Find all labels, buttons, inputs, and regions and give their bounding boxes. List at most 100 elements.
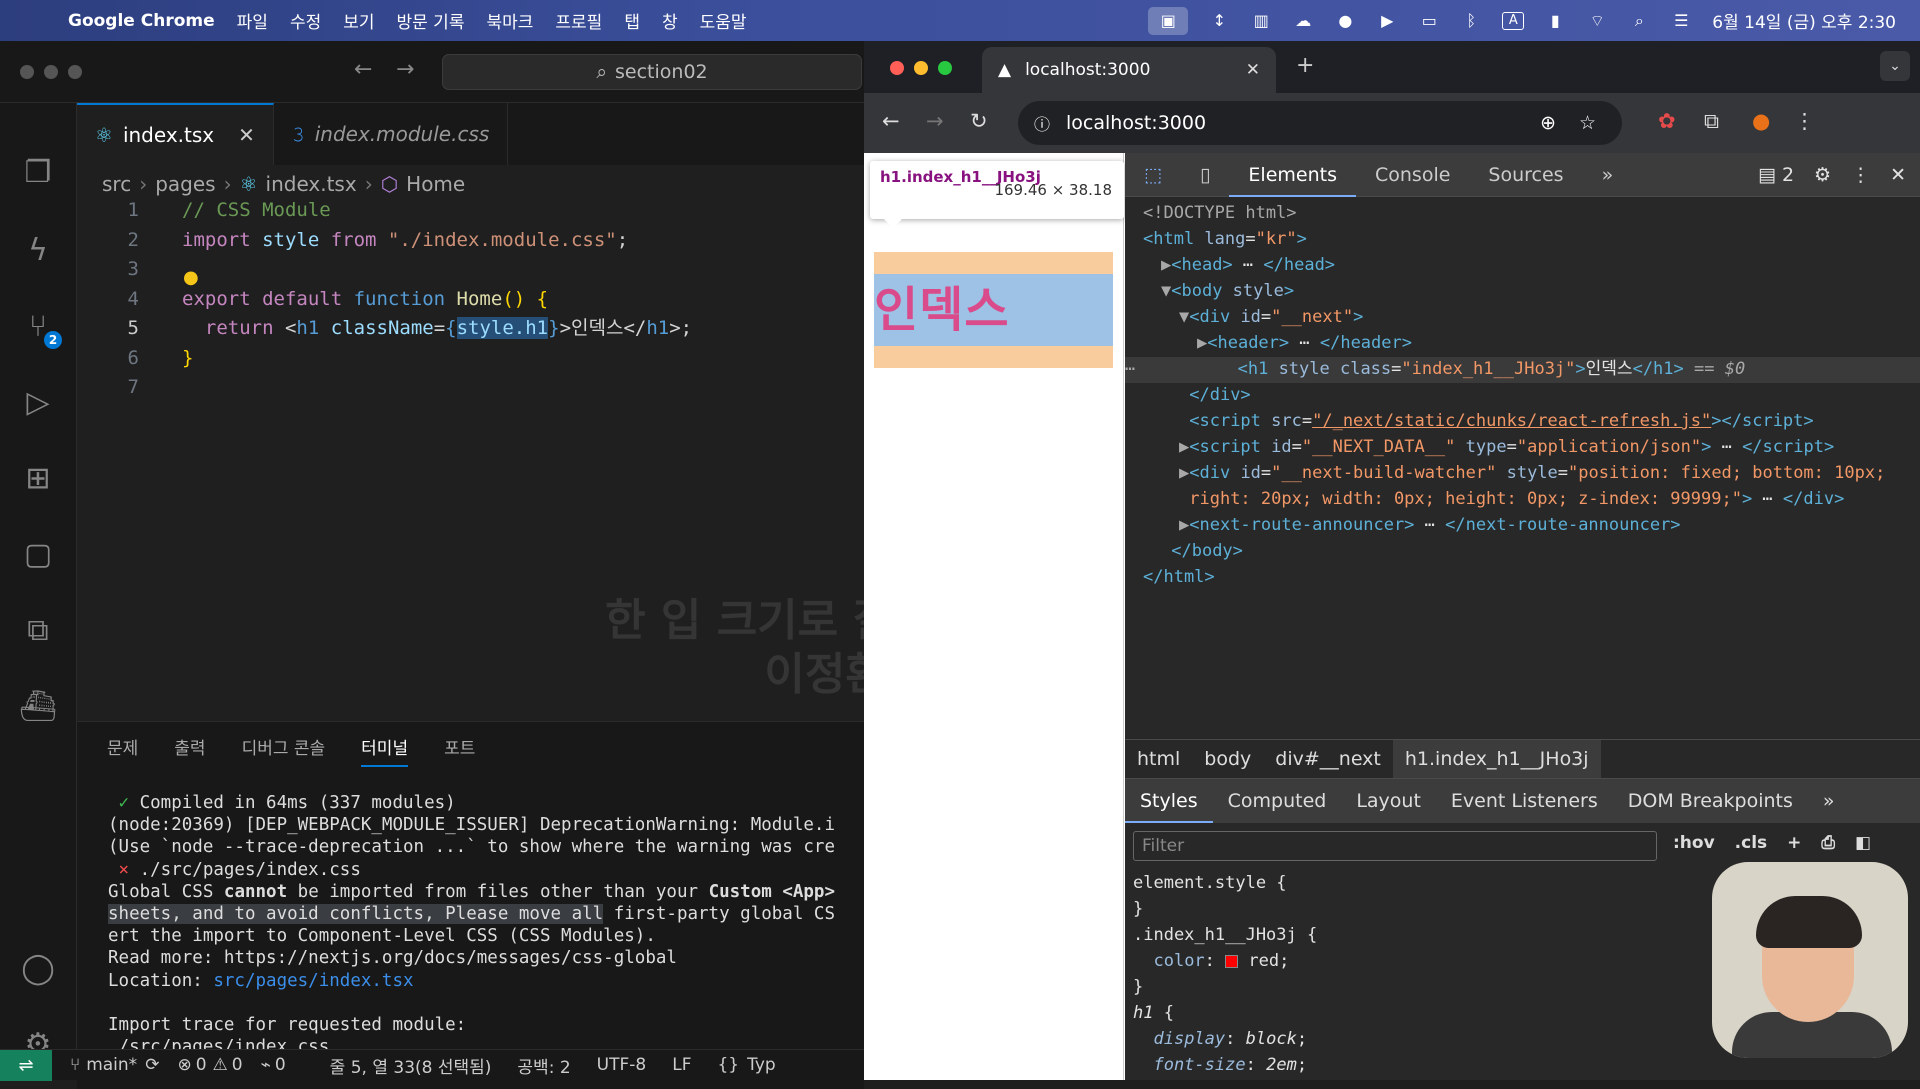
panel-tab[interactable]: 출력 <box>174 734 205 767</box>
ports-count[interactable]: 0 <box>275 1055 286 1075</box>
issues-icon[interactable]: ▤ 2 <box>1748 164 1804 186</box>
menu-item[interactable]: 창 <box>662 8 678 33</box>
sidebar-toggle-icon[interactable]: ◧ <box>1855 833 1871 853</box>
clock[interactable]: 6월 14일 (금) 오후 2:30 <box>1712 8 1896 33</box>
forward-arrow-icon[interactable]: → <box>396 57 414 82</box>
account-icon[interactable]: ◯ <box>18 949 58 989</box>
dom-node[interactable]: right: 20px; width: 0px; height: 0px; z-… <box>1179 487 1844 513</box>
docker-icon[interactable]: ⛴ <box>18 687 58 727</box>
explorer-icon[interactable]: ❐ <box>18 153 58 193</box>
dom-node[interactable]: ▶<script id="__NEXT_DATA__" type="applic… <box>1179 435 1834 461</box>
command-center-search[interactable]: ⌕ section02 <box>442 54 862 90</box>
device-toolbar-icon[interactable]: ▯ <box>1181 153 1229 197</box>
code-editor[interactable]: 1 // CSS Module 2 import style from "./inde… <box>77 193 864 573</box>
error-count[interactable]: 0 <box>196 1055 207 1075</box>
menu-item[interactable]: 탭 <box>624 8 640 33</box>
arrows-icon[interactable]: ↕ <box>1208 11 1230 30</box>
input-source-icon[interactable]: A <box>1502 11 1525 30</box>
menu-item[interactable]: 도움말 <box>700 8 747 33</box>
back-arrow-icon[interactable]: ← <box>354 57 372 82</box>
close-window-icon[interactable] <box>20 65 34 79</box>
kebab-menu-icon[interactable]: ⋮ <box>1794 109 1815 133</box>
dom-node[interactable]: <!DOCTYPE html> <box>1143 201 1297 227</box>
tab-sources[interactable]: Sources <box>1469 153 1582 197</box>
dom-crumb[interactable]: div#__next <box>1263 740 1393 778</box>
extension-icon[interactable]: ✿ <box>1658 109 1676 133</box>
puzzle-icon[interactable]: ⧉ <box>1704 109 1719 134</box>
bluetooth-icon[interactable]: ᛒ <box>1460 11 1482 30</box>
dom-node[interactable]: </div> <box>1179 383 1250 409</box>
zoom-window-icon[interactable] <box>938 61 952 75</box>
battery-icon[interactable]: ▮ <box>1544 11 1566 30</box>
more-tabs-icon[interactable]: » <box>1808 779 1850 823</box>
menu-item[interactable]: 보기 <box>343 8 374 33</box>
panel-tab[interactable]: 문제 <box>107 734 138 767</box>
eol[interactable]: LF <box>672 1055 691 1075</box>
kebab-menu-icon[interactable]: ⋮ <box>1841 164 1880 186</box>
close-tab-icon[interactable]: ✕ <box>1246 60 1260 80</box>
sync-icon[interactable]: ⟳ <box>145 1055 159 1075</box>
menu-item[interactable]: 북마크 <box>486 8 533 33</box>
dom-node[interactable]: ▶<next-route-announcer> ⋯ </next-route-a… <box>1179 513 1681 539</box>
source-control-icon[interactable]: ⑂ 2 <box>18 307 62 349</box>
menu-item[interactable]: 방문 기록 <box>397 8 465 33</box>
dom-node[interactable]: <script src="/_next/static/chunks/react-… <box>1179 409 1813 435</box>
zoom-icon[interactable]: ⊕ <box>1540 112 1556 134</box>
dom-node[interactable]: ▶<div id="__next-build-watcher" style="p… <box>1179 461 1885 487</box>
close-icon[interactable]: ✕ <box>1880 164 1920 186</box>
lightning-icon[interactable]: ϟ <box>18 231 58 271</box>
styles-tab[interactable]: DOM Breakpoints <box>1613 779 1808 823</box>
dom-node[interactable]: <html lang="kr"> <box>1143 227 1307 253</box>
dom-node[interactable]: </body> <box>1161 539 1243 565</box>
language-mode[interactable]: Typ <box>747 1055 776 1075</box>
more-tabs-icon[interactable]: » <box>1583 153 1633 197</box>
hov-toggle[interactable]: :hov <box>1673 833 1715 853</box>
close-icon[interactable]: ✕ <box>238 123 255 147</box>
dom-node[interactable]: </html> <box>1143 565 1215 591</box>
testing-icon[interactable]: ⧉ <box>18 611 58 651</box>
panel-tab[interactable]: 터미널 <box>361 734 409 767</box>
menu-item[interactable]: 수정 <box>290 8 321 33</box>
window-layout-icon[interactable]: ▥ <box>1250 11 1272 30</box>
styles-tab[interactable]: Computed <box>1213 779 1342 823</box>
inspect-element-icon[interactable]: ⬚ <box>1125 153 1181 197</box>
panel-tab[interactable]: 디버그 콘솔 <box>242 734 326 767</box>
back-arrow-icon[interactable]: ← <box>882 109 900 133</box>
styles-tab[interactable]: Styles <box>1125 779 1213 823</box>
menu-item[interactable]: 프로필 <box>555 8 602 33</box>
chat-icon[interactable]: ● <box>1334 11 1356 30</box>
tab-index-tsx[interactable]: ⚛ index.tsx ✕ <box>77 103 274 165</box>
close-window-icon[interactable] <box>890 61 904 75</box>
reload-icon[interactable]: ↻ <box>970 109 988 133</box>
avatar[interactable]: ● <box>1752 109 1770 133</box>
dom-node[interactable]: ⋯ <h1 style class="index_h1__JHo3j">인덱스<… <box>1125 357 1920 383</box>
screen-share-icon[interactable]: ▣ <box>1148 6 1189 35</box>
minimize-window-icon[interactable] <box>914 61 928 75</box>
zoom-window-icon[interactable] <box>68 65 82 79</box>
cursor-position[interactable]: 줄 5, 열 33(8 선택됨) <box>330 1053 492 1078</box>
dom-node[interactable]: ▶<header> ⋯ </header> <box>1197 331 1412 357</box>
terminal-output[interactable]: ✓ Compiled in 64ms (337 modules) (node:20… <box>108 792 864 1081</box>
dom-tree[interactable]: <!DOCTYPE html> <html lang="kr"> ▶<head> ⋯… <box>1125 201 1920 591</box>
remote-explorer-icon[interactable]: ▢ <box>18 535 58 575</box>
browser-tab[interactable]: ▲ localhost:3000 ✕ <box>982 47 1276 93</box>
git-branch[interactable]: main* <box>86 1055 137 1075</box>
add-rule-icon[interactable]: + <box>1787 833 1801 853</box>
new-tab-icon[interactable]: + <box>1296 53 1314 78</box>
play-icon[interactable]: ▶ <box>1376 11 1398 30</box>
address-bar[interactable]: ⓘ localhost:3000 ⊕ ☆ <box>1018 101 1622 145</box>
cls-toggle[interactable]: .cls <box>1735 833 1767 853</box>
tab-elements[interactable]: Elements <box>1229 153 1356 197</box>
run-debug-icon[interactable]: ▷ <box>18 383 58 423</box>
gear-icon[interactable]: ⚙ <box>1804 164 1841 186</box>
styles-tab[interactable]: Event Listeners <box>1436 779 1613 823</box>
indentation[interactable]: 공백: 2 <box>517 1053 570 1078</box>
remote-icon[interactable]: ⇌ <box>0 1049 52 1081</box>
star-icon[interactable]: ☆ <box>1579 112 1596 134</box>
dom-crumb[interactable]: html <box>1125 740 1192 778</box>
dom-crumb[interactable]: h1.index_h1__JHo3j <box>1392 740 1601 778</box>
forward-arrow-icon[interactable]: → <box>926 109 944 133</box>
menu-item[interactable]: 파일 <box>237 8 268 33</box>
dom-node[interactable]: ▼<div id="__next"> <box>1179 305 1363 331</box>
minimize-window-icon[interactable] <box>44 65 58 79</box>
